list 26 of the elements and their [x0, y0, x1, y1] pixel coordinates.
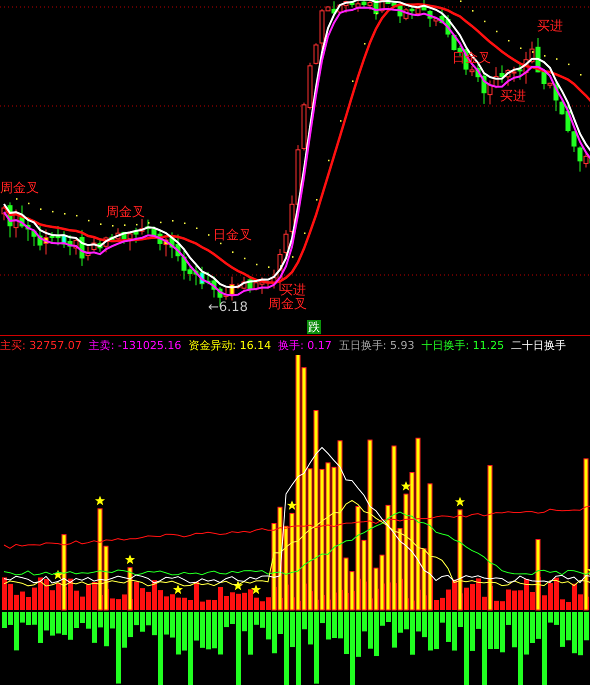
indicator-value: 十日换手: 11.25 — [421, 338, 504, 353]
indicator-value: 主卖: -131025.16 — [88, 338, 182, 353]
star-icon — [173, 584, 183, 594]
signal-label: 周金叉 — [268, 298, 307, 311]
down-badge: 跌 — [307, 320, 321, 334]
signal-label: ←6.18 — [208, 301, 248, 314]
signal-label: 周金叉 — [106, 206, 145, 219]
star-icon — [53, 570, 63, 580]
star-icon — [233, 580, 243, 590]
signal-label: 日金叉 — [452, 52, 491, 65]
indicator-value: 五日换手: 5.93 — [338, 338, 414, 353]
indicator-value: 换手: 0.17 — [278, 338, 332, 353]
signal-label: 周金叉 — [0, 182, 39, 195]
star-icon — [95, 496, 105, 506]
signal-label: 日金叉 — [213, 229, 252, 242]
signal-label: 买进 — [500, 90, 526, 103]
indicator-value: 二十日换手 — [511, 338, 566, 353]
star-icon — [455, 496, 465, 506]
star-icon — [251, 584, 261, 594]
indicator-value: 资金异动: 16.14 — [188, 338, 272, 353]
signal-label: 买进 — [280, 284, 306, 297]
star-icon — [125, 554, 135, 564]
indicator-value: 主买: 32757.07 — [0, 338, 82, 353]
star-icon — [401, 481, 411, 491]
signal-label: 买进 — [537, 20, 563, 33]
star-icon — [287, 500, 297, 510]
